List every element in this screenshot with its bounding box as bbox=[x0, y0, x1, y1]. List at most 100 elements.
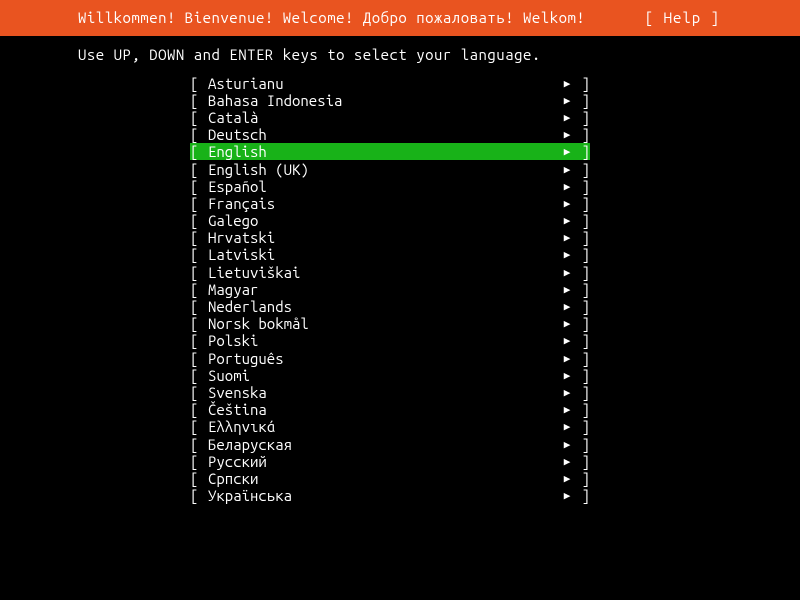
chevron-right-icon: ▶ bbox=[558, 489, 576, 502]
chevron-right-icon: ▶ bbox=[558, 214, 576, 227]
language-option[interactable]: [English (UK)▶] bbox=[190, 160, 590, 177]
language-label: Magyar bbox=[208, 281, 558, 298]
language-label: Nederlands bbox=[208, 298, 558, 315]
language-label: Asturianu bbox=[208, 75, 558, 92]
chevron-right-icon: ▶ bbox=[558, 300, 576, 313]
language-option[interactable]: [Lietuviškai▶] bbox=[190, 264, 590, 281]
language-option[interactable]: [Français▶] bbox=[190, 195, 590, 212]
chevron-right-icon: ▶ bbox=[558, 386, 576, 399]
chevron-right-icon: ▶ bbox=[558, 317, 576, 330]
language-option[interactable]: [Беларуская▶] bbox=[190, 435, 590, 452]
language-label: Norsk bokmål bbox=[208, 315, 558, 332]
bracket-open: [ bbox=[190, 178, 208, 195]
chevron-right-icon: ▶ bbox=[558, 334, 576, 347]
language-label: Bahasa Indonesia bbox=[208, 92, 558, 109]
chevron-right-icon: ▶ bbox=[558, 231, 576, 244]
bracket-close: ] bbox=[576, 264, 590, 281]
language-label: Galego bbox=[208, 212, 558, 229]
bracket-close: ] bbox=[576, 470, 590, 487]
header-bar: Willkommen! Bienvenue! Welcome! Добро по… bbox=[0, 0, 800, 36]
bracket-close: ] bbox=[576, 161, 590, 178]
chevron-right-icon: ▶ bbox=[558, 352, 576, 365]
language-label: Hrvatski bbox=[208, 229, 558, 246]
help-link[interactable]: [ Help ] bbox=[645, 8, 784, 28]
bracket-open: [ bbox=[190, 143, 208, 160]
language-label: Català bbox=[208, 109, 558, 126]
language-label: Português bbox=[208, 350, 558, 367]
bracket-close: ] bbox=[576, 143, 590, 160]
bracket-open: [ bbox=[190, 298, 208, 315]
language-option[interactable]: [Русский▶] bbox=[190, 453, 590, 470]
chevron-right-icon: ▶ bbox=[558, 472, 576, 485]
language-option[interactable]: [Svenska▶] bbox=[190, 384, 590, 401]
bracket-open: [ bbox=[190, 436, 208, 453]
chevron-right-icon: ▶ bbox=[558, 163, 576, 176]
language-label: Español bbox=[208, 178, 558, 195]
language-label: Српски bbox=[208, 470, 558, 487]
chevron-right-icon: ▶ bbox=[558, 248, 576, 261]
language-label: Suomi bbox=[208, 367, 558, 384]
bracket-open: [ bbox=[190, 401, 208, 418]
bracket-open: [ bbox=[190, 487, 208, 504]
language-option[interactable]: [Deutsch▶] bbox=[190, 126, 590, 143]
bracket-open: [ bbox=[190, 384, 208, 401]
instruction-text: Use UP, DOWN and ENTER keys to select yo… bbox=[0, 36, 800, 73]
chevron-right-icon: ▶ bbox=[558, 283, 576, 296]
bracket-open: [ bbox=[190, 418, 208, 435]
bracket-open: [ bbox=[190, 332, 208, 349]
bracket-close: ] bbox=[576, 229, 590, 246]
chevron-right-icon: ▶ bbox=[558, 438, 576, 451]
bracket-open: [ bbox=[190, 264, 208, 281]
bracket-close: ] bbox=[576, 246, 590, 263]
bracket-open: [ bbox=[190, 229, 208, 246]
language-option[interactable]: [Hrvatski▶] bbox=[190, 229, 590, 246]
bracket-close: ] bbox=[576, 92, 590, 109]
language-option[interactable]: [Català▶] bbox=[190, 109, 590, 126]
chevron-right-icon: ▶ bbox=[558, 180, 576, 193]
language-option[interactable]: [Español▶] bbox=[190, 178, 590, 195]
language-option[interactable]: [Magyar▶] bbox=[190, 281, 590, 298]
chevron-right-icon: ▶ bbox=[558, 369, 576, 382]
bracket-open: [ bbox=[190, 470, 208, 487]
language-label: Svenska bbox=[208, 384, 558, 401]
chevron-right-icon: ▶ bbox=[558, 420, 576, 433]
language-option[interactable]: [Polski▶] bbox=[190, 332, 590, 349]
bracket-open: [ bbox=[190, 75, 208, 92]
bracket-open: [ bbox=[190, 367, 208, 384]
bracket-close: ] bbox=[576, 315, 590, 332]
chevron-right-icon: ▶ bbox=[558, 145, 576, 158]
bracket-close: ] bbox=[576, 401, 590, 418]
bracket-close: ] bbox=[576, 126, 590, 143]
chevron-right-icon: ▶ bbox=[558, 197, 576, 210]
bracket-close: ] bbox=[576, 178, 590, 195]
bracket-close: ] bbox=[576, 195, 590, 212]
bracket-close: ] bbox=[576, 75, 590, 92]
language-option[interactable]: [Nederlands▶] bbox=[190, 298, 590, 315]
language-option[interactable]: [Norsk bokmål▶] bbox=[190, 315, 590, 332]
language-label: Français bbox=[208, 195, 558, 212]
language-option[interactable]: [Português▶] bbox=[190, 350, 590, 367]
language-list: [Asturianu▶][Bahasa Indonesia▶][Català▶]… bbox=[0, 73, 800, 505]
language-option[interactable]: [Asturianu▶] bbox=[190, 75, 590, 92]
bracket-close: ] bbox=[576, 418, 590, 435]
chevron-right-icon: ▶ bbox=[558, 94, 576, 107]
bracket-open: [ bbox=[190, 350, 208, 367]
bracket-open: [ bbox=[190, 161, 208, 178]
language-option[interactable]: [Ελληνικά▶] bbox=[190, 418, 590, 435]
language-option[interactable]: [Čeština▶] bbox=[190, 401, 590, 418]
bracket-close: ] bbox=[576, 367, 590, 384]
language-option[interactable]: [Suomi▶] bbox=[190, 367, 590, 384]
language-option[interactable]: [Galego▶] bbox=[190, 212, 590, 229]
language-option[interactable]: [English▶] bbox=[190, 143, 590, 160]
language-option[interactable]: [Српски▶] bbox=[190, 470, 590, 487]
bracket-close: ] bbox=[576, 332, 590, 349]
bracket-open: [ bbox=[190, 281, 208, 298]
language-option[interactable]: [Latviski▶] bbox=[190, 246, 590, 263]
language-label: Українська bbox=[208, 487, 558, 504]
language-option[interactable]: [Bahasa Indonesia▶] bbox=[190, 92, 590, 109]
language-label: Latviski bbox=[208, 246, 558, 263]
bracket-open: [ bbox=[190, 246, 208, 263]
bracket-close: ] bbox=[576, 109, 590, 126]
language-option[interactable]: [Українська▶] bbox=[190, 487, 590, 504]
bracket-open: [ bbox=[190, 453, 208, 470]
